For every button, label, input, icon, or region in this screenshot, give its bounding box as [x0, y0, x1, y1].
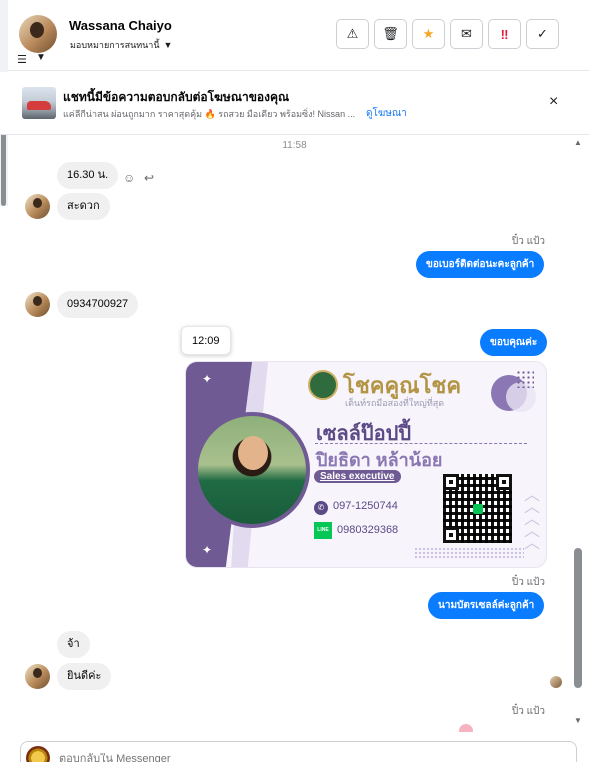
- ad-reply-banner: แชทนี้มีข้อความตอบกลับต่อโฆษณาของคุณ แค่…: [0, 72, 589, 135]
- assign-label: มอบหมายการสนทนานี้: [70, 40, 160, 50]
- scroll-down-icon[interactable]: ▼: [574, 716, 582, 725]
- page-avatar: [26, 746, 50, 762]
- message-bubble-outgoing[interactable]: ขอบคุณค่ะ: [480, 329, 548, 356]
- salesperson-photo: [194, 412, 310, 528]
- divider: [315, 443, 527, 444]
- emoji-react-icon[interactable]: ☺: [123, 171, 135, 185]
- dealer-logo: [308, 370, 338, 400]
- delete-button[interactable]: 🗑: [374, 19, 407, 49]
- qr-corner: [443, 474, 459, 490]
- sender-name: ปิ๋ว แป้ว: [511, 706, 545, 717]
- filter-icon[interactable]: ☰: [17, 53, 27, 66]
- warning-icon: ⚠: [346, 26, 359, 41]
- star-button[interactable]: ★: [412, 19, 445, 49]
- spam-button[interactable]: ⚠: [336, 19, 369, 49]
- contact-name[interactable]: Wassana Chaiyo: [69, 18, 172, 33]
- thread-scrollbar[interactable]: ▲ ▼: [572, 136, 584, 736]
- ad-banner-title: แชทนี้มีข้อความตอบกลับต่อโฆษณาของคุณ: [63, 90, 290, 104]
- view-ad-link[interactable]: ดูโฆษณา: [366, 106, 407, 121]
- message-bubble-incoming[interactable]: 0934700927: [57, 291, 139, 318]
- qr-corner: [443, 527, 459, 543]
- phone-icon: ✆: [314, 501, 328, 515]
- thread-timestamp: 11:58: [282, 140, 307, 151]
- urgent-icon: ‼: [500, 26, 509, 42]
- reply-icon[interactable]: ↩: [144, 171, 154, 185]
- ad-thumbnail[interactable]: [22, 87, 56, 119]
- follow-up-button[interactable]: ‼: [488, 19, 521, 49]
- message-thread[interactable]: 11:58 16.30 น. ☺ ↩ สะดวก ปิ๋ว แป้ว ขอเบอ…: [0, 136, 589, 736]
- seen-receipt-avatar: [550, 676, 562, 688]
- message-input[interactable]: [59, 753, 559, 762]
- ad-description: แค่ลีกีน่าสน ผ่อนถูกมาก ราคาสุดคุ้ม 🔥 รถ…: [63, 109, 356, 119]
- message-bubble-outgoing[interactable]: นามบัตรเซลล์ค่ะลูกค้า: [428, 592, 545, 619]
- scrollbar-thumb[interactable]: [574, 548, 582, 688]
- contact-avatar[interactable]: [19, 15, 57, 53]
- time-tooltip: 12:09: [181, 326, 231, 355]
- message-bubble-incoming[interactable]: 16.30 น.: [57, 162, 119, 189]
- contact-avatar-small[interactable]: [25, 292, 50, 317]
- check-icon: ✓: [537, 26, 548, 41]
- header-actions: ⚠ 🗑 ★ ✉ ‼ ✓: [336, 19, 559, 49]
- message-bubble-incoming[interactable]: ยินดีค่ะ: [57, 663, 112, 690]
- sparkle-icon: ✦: [202, 372, 213, 386]
- business-card-image[interactable]: ✦ ✦ โชคคูณโชค เต็นท์รถมือสองที่ใหญ่ที่สุ…: [185, 361, 547, 568]
- card-phone: 097-1250744: [333, 500, 398, 512]
- star-icon: ★: [422, 26, 435, 41]
- assign-conversation-dropdown[interactable]: มอบหมายการสนทนานี้ ▼: [70, 38, 172, 52]
- message-bubble-outgoing[interactable]: ขอเบอร์ติดต่อนะคะลูกค้า: [416, 251, 545, 278]
- envelope-icon: ✉: [461, 26, 472, 41]
- caret-down-icon: ▼: [163, 40, 173, 50]
- card-brand-tagline: เต็นท์รถมือสองที่ใหญ่ที่สุด: [345, 398, 445, 408]
- contact-avatar-small[interactable]: [25, 194, 50, 219]
- decor-dots: [516, 370, 534, 388]
- sender-name: ปิ๋ว แป้ว: [511, 577, 545, 588]
- card-position-badge: Sales executive: [314, 470, 401, 483]
- sparkle-icon: ✦: [202, 543, 213, 557]
- card-line-id: 0980329368: [337, 524, 399, 536]
- message-bubble-incoming[interactable]: สะดวก: [57, 193, 110, 220]
- mark-unread-button[interactable]: ✉: [450, 19, 483, 49]
- close-icon[interactable]: ×: [549, 93, 558, 111]
- done-button[interactable]: ✓: [526, 19, 559, 49]
- conversation-header: ☰ ▼ Wassana Chaiyo มอบหมายการสนทนานี้ ▼ …: [0, 0, 589, 71]
- decor-dots: [414, 547, 524, 559]
- heart-sticker-preview[interactable]: [459, 724, 473, 732]
- message-bubble-incoming[interactable]: จ้า: [57, 631, 90, 658]
- sender-name: ปิ๋ว แป้ว: [511, 236, 545, 247]
- chevron-up-icon: ︿ ︿ ︿ ︿ ︿: [524, 487, 541, 552]
- qr-corner: [496, 474, 512, 490]
- line-logo-icon: [473, 504, 483, 514]
- contact-avatar-small[interactable]: [25, 664, 50, 689]
- chevron-down-icon[interactable]: ▼: [36, 52, 46, 63]
- reply-composer[interactable]: [20, 741, 577, 762]
- line-icon: LINE: [314, 522, 332, 539]
- scroll-up-icon[interactable]: ▲: [574, 138, 582, 147]
- trash-icon: 🗑: [382, 26, 399, 41]
